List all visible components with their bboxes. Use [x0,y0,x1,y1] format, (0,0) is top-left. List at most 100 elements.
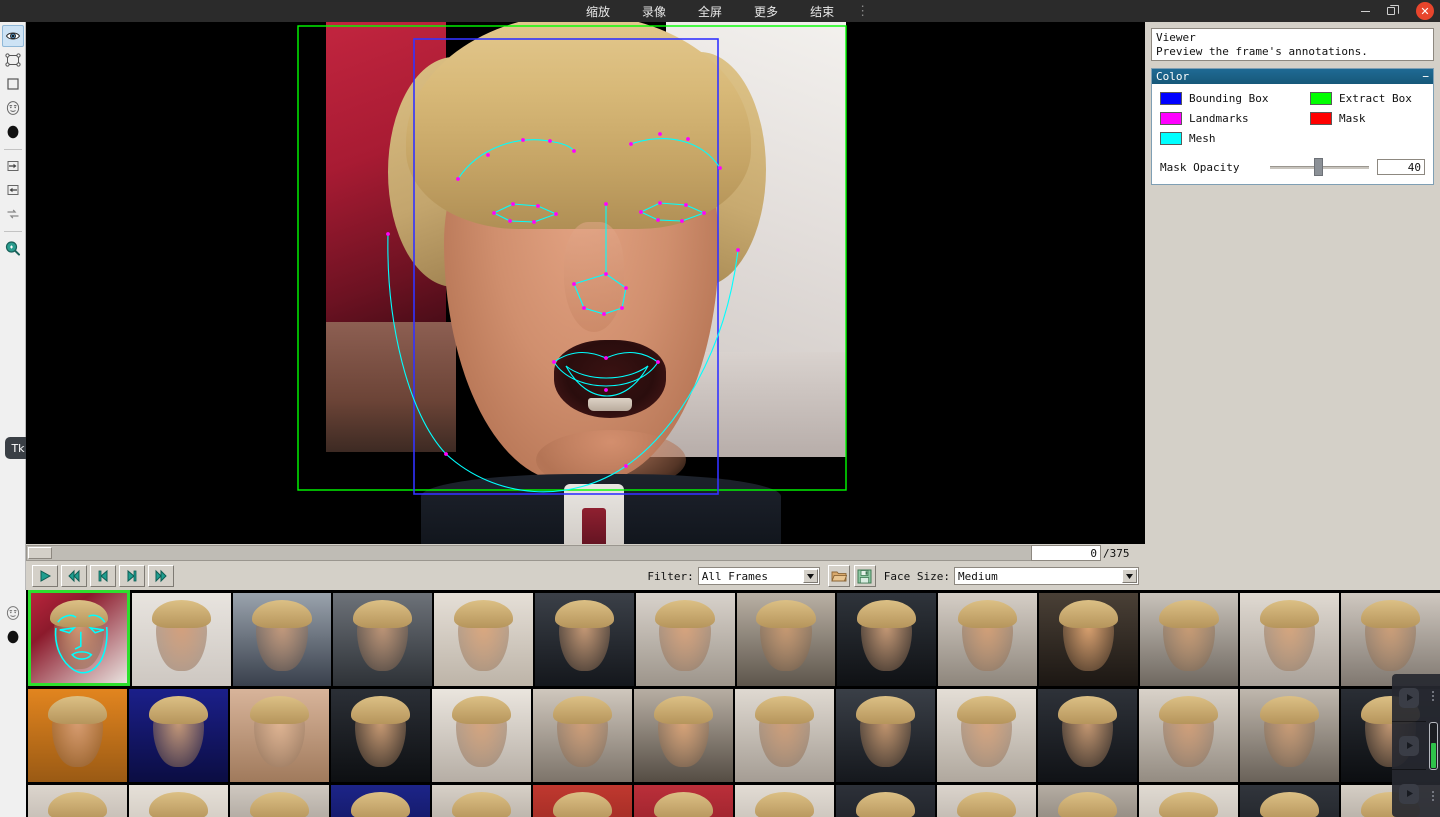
thumbnail-item[interactable] [1139,689,1238,782]
mask-color-chip[interactable] [1310,112,1332,125]
thumbnail-item[interactable] [28,785,127,817]
thumbnail-item[interactable] [937,785,1036,817]
toolbar-divider-2 [3,231,22,232]
last-frame-button[interactable] [148,565,174,587]
thumbnail-item[interactable] [1038,689,1137,782]
overlay-button-1[interactable] [1392,674,1426,722]
thumbnail-item[interactable] [533,785,632,817]
menu-item-record[interactable]: 录像 [626,1,682,22]
copy-next-tool-button[interactable] [2,155,24,177]
thumbnail-item[interactable] [534,593,634,686]
swatch-landmarks[interactable]: Landmarks [1160,112,1310,125]
view-tool-button[interactable] [1,25,24,47]
swatch-mesh[interactable]: Mesh [1160,132,1310,145]
overlay-button-2[interactable] [1392,722,1426,770]
face-filter-button[interactable] [2,602,24,624]
thumbnail-item[interactable] [1038,785,1137,817]
menu-item-fullscreen[interactable]: 全屏 [682,1,738,22]
first-frame-button[interactable] [61,565,87,587]
thumbnail-item[interactable] [331,785,430,817]
frame-viewer[interactable] [26,22,1145,544]
frame-scrollbar[interactable] [26,545,1031,561]
copy-prev-tool-button[interactable] [2,179,24,201]
overflow-dots-icon-2[interactable] [1432,790,1434,801]
bounding-box-color-chip[interactable] [1160,92,1182,105]
thumbnail-item[interactable] [129,785,228,817]
face-size-dropdown[interactable]: Medium [954,567,1139,585]
thumbnail-item[interactable] [735,785,834,817]
filter-dropdown[interactable]: All Frames [697,567,820,585]
thumbnail-item[interactable] [1240,785,1339,817]
thumbnail-item[interactable] [432,785,531,817]
thumbnail-item[interactable] [432,689,531,782]
thumbnail-item[interactable] [634,785,733,817]
thumbnail-item[interactable] [735,689,834,782]
color-section-header[interactable]: Color − [1152,69,1433,84]
thumbnail-item[interactable] [1139,593,1239,686]
overflow-dots-icon[interactable] [1432,690,1434,701]
left-lower-toolbar [0,590,26,817]
thumbnail-item[interactable] [634,689,733,782]
swatch-mask[interactable]: Mask [1310,112,1427,125]
thumbnail-item[interactable] [836,785,935,817]
load-alignments-button[interactable] [827,565,850,587]
thumbnail-item[interactable] [836,689,935,782]
chevron-down-icon[interactable] [1122,569,1137,583]
maximize-button[interactable] [1378,1,1404,21]
thumbnail-item[interactable] [129,689,228,782]
landmarks-color-chip[interactable] [1160,112,1182,125]
thumbnail-item[interactable] [837,593,937,686]
thumbnail-item[interactable] [131,593,231,686]
thumbnail-item[interactable] [1038,593,1138,686]
mask-opacity-value[interactable]: 40 [1377,159,1425,175]
mask-tool-button[interactable] [2,121,24,143]
thumbnail-item[interactable] [232,593,332,686]
thumbnail-item[interactable] [938,593,1037,686]
mask-filter-button[interactable] [2,626,24,648]
minimize-button[interactable] [1352,1,1378,21]
next-frame-button[interactable] [119,565,145,587]
mesh-color-chip[interactable] [1160,132,1182,145]
thumbnail-item[interactable] [1139,785,1238,817]
zoom-tool-button[interactable] [2,237,24,259]
reload-tool-button[interactable] [2,203,24,225]
menu-item-zoom[interactable]: 缩放 [570,1,626,22]
thumbnail-item[interactable] [28,689,127,782]
color-section: Color − Bounding Box Extract Box Landmar… [1151,68,1434,185]
thumbnail-item[interactable] [333,593,433,686]
thumbnail-item[interactable] [1341,593,1440,686]
extract-box-color-chip[interactable] [1310,92,1332,105]
menu-item-more[interactable]: 更多 [738,1,794,22]
menu-overflow-icon[interactable]: ⋮ [850,4,876,19]
thumbnail-item[interactable] [331,689,430,782]
close-button[interactable]: ✕ [1416,2,1434,20]
thumbnail-item[interactable] [1240,689,1339,782]
frame-number-input[interactable]: 0 [1031,545,1101,561]
faces-thumbnail-strip[interactable] [26,590,1440,817]
mask-opacity-slider[interactable] [1270,158,1369,176]
slider-thumb[interactable] [1313,158,1323,176]
thumbnail-item[interactable] [937,689,1036,782]
floating-overlay-toolbar[interactable] [1392,674,1440,817]
thumbnail-item[interactable] [736,593,836,686]
thumbnail-item[interactable] [1240,593,1340,686]
thumbnail-item[interactable] [533,689,632,782]
overlay-button-3[interactable] [1392,770,1426,817]
thumbnail-selected[interactable] [28,590,130,686]
frame-scrollbar-thumb[interactable] [28,547,52,559]
minimize-section-icon[interactable]: − [1422,70,1429,83]
save-alignments-button[interactable] [853,565,876,587]
thumbnail-item[interactable] [434,593,533,686]
thumbnail-item[interactable] [230,785,329,817]
thumbnail-item[interactable] [230,689,329,782]
swatch-bounding-box[interactable]: Bounding Box [1160,92,1310,105]
menu-item-end[interactable]: 结束 [794,1,850,22]
play-button[interactable] [32,565,58,587]
thumbnail-item[interactable] [635,593,735,686]
previous-frame-button[interactable] [90,565,116,587]
chevron-down-icon[interactable] [802,569,818,583]
swatch-extract-box[interactable]: Extract Box [1310,92,1427,105]
landmarks-tool-button[interactable] [2,97,24,119]
extract-box-tool-button[interactable] [2,73,24,95]
bounding-box-tool-button[interactable] [2,49,24,71]
